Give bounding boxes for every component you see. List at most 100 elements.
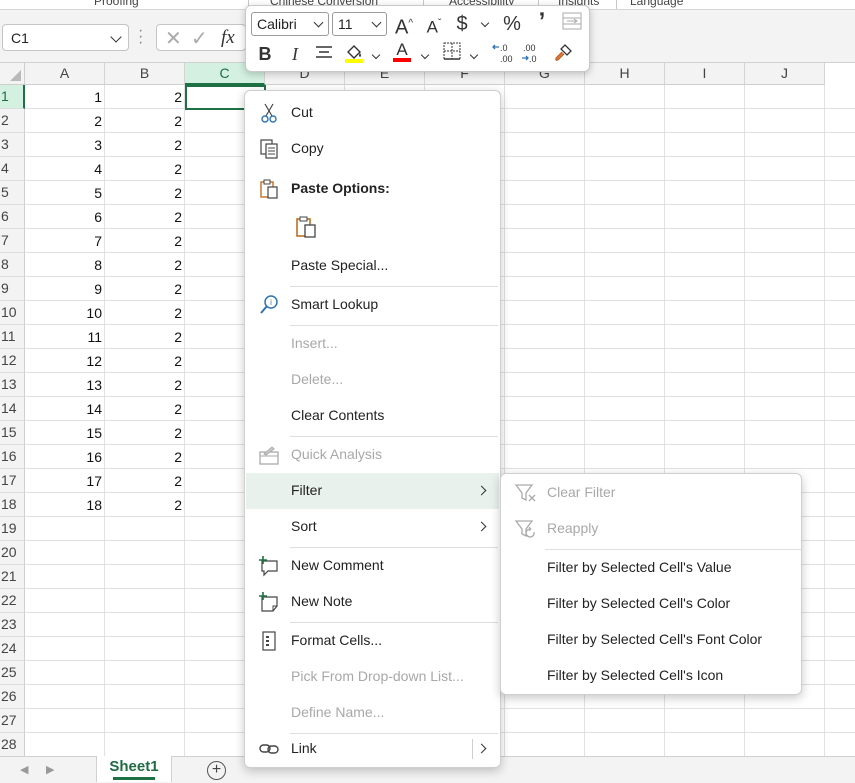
column-header-h[interactable]: H — [585, 63, 665, 85]
align-center-icon[interactable] — [312, 42, 336, 66]
submenu-item-filter-by-value[interactable]: Filter by Selected Cell's Value — [502, 550, 800, 586]
row-header-22[interactable]: 22 — [0, 589, 25, 613]
select-all-button[interactable] — [0, 63, 25, 85]
cell-b10[interactable]: 2 — [105, 301, 185, 325]
borders-icon[interactable] — [440, 42, 464, 66]
decrease-font-size-icon[interactable]: Aˇ — [422, 12, 446, 37]
cell-a18[interactable]: 18 — [25, 493, 105, 517]
cell-a3[interactable]: 3 — [25, 133, 105, 157]
bold-button[interactable]: B — [254, 42, 276, 66]
cell-a10[interactable]: 10 — [25, 301, 105, 325]
menu-item-sort[interactable]: Sort — [246, 509, 499, 545]
row-header-13[interactable]: 13 — [0, 373, 25, 397]
menu-item-new-note[interactable]: New Note — [246, 584, 499, 620]
row-header-18[interactable]: 18 — [0, 493, 25, 517]
row-header-20[interactable]: 20 — [0, 541, 25, 565]
italic-button[interactable]: I — [284, 42, 306, 66]
chevron-down-icon[interactable] — [480, 18, 490, 28]
row-header-10[interactable]: 10 — [0, 301, 25, 325]
fill-color-icon[interactable] — [342, 42, 366, 66]
accounting-format-icon[interactable]: $ — [452, 12, 472, 36]
column-header-j[interactable]: J — [745, 63, 825, 85]
menu-item-clear-contents[interactable]: Clear Contents — [246, 398, 499, 434]
cell-b2[interactable]: 2 — [105, 109, 185, 133]
row-header-28[interactable]: 28 — [0, 733, 25, 756]
cell-a12[interactable]: 12 — [25, 349, 105, 373]
cell-a1[interactable]: 1 — [25, 85, 105, 109]
column-header-i[interactable]: I — [665, 63, 745, 85]
percent-style-icon[interactable]: % — [500, 12, 524, 36]
row-header-14[interactable]: 14 — [0, 397, 25, 421]
cancel-x-icon[interactable]: ✕ — [165, 26, 182, 51]
cell-b14[interactable]: 2 — [105, 397, 185, 421]
column-header-a[interactable]: A — [25, 63, 105, 85]
submenu-item-filter-by-icon[interactable]: Filter by Selected Cell's Icon — [502, 658, 800, 694]
insert-function-button[interactable]: fx — [221, 27, 235, 49]
row-header-16[interactable]: 16 — [0, 445, 25, 469]
row-header-3[interactable]: 3 — [0, 133, 25, 157]
row-header-11[interactable]: 11 — [0, 325, 25, 349]
row-header-27[interactable]: 27 — [0, 709, 25, 733]
cell-b16[interactable]: 2 — [105, 445, 185, 469]
cell-a11[interactable]: 11 — [25, 325, 105, 349]
font-name-dropdown[interactable]: Calibri — [251, 12, 329, 36]
cell-b8[interactable]: 2 — [105, 253, 185, 277]
scroll-tabs-left-icon[interactable]: ◀ — [20, 763, 28, 776]
row-header-23[interactable]: 23 — [0, 613, 25, 637]
chevron-down-icon[interactable] — [110, 31, 122, 43]
name-box[interactable]: C1 — [2, 24, 129, 51]
add-sheet-plus-circle-icon[interactable]: + — [207, 761, 226, 780]
comma-style-icon[interactable]: ʼ — [532, 10, 552, 34]
menu-item-new-comment[interactable]: New Comment — [246, 548, 499, 584]
menu-item-filter[interactable]: Filter — [246, 473, 499, 509]
cell-a13[interactable]: 13 — [25, 373, 105, 397]
cell-b13[interactable]: 2 — [105, 373, 185, 397]
row-header-9[interactable]: 9 — [0, 277, 25, 301]
submenu-item-filter-by-font-color[interactable]: Filter by Selected Cell's Font Color — [502, 622, 800, 658]
row-header-12[interactable]: 12 — [0, 349, 25, 373]
row-header-26[interactable]: 26 — [0, 685, 25, 709]
cell-b11[interactable]: 2 — [105, 325, 185, 349]
menu-item-format-cells[interactable]: Format Cells... — [246, 623, 499, 659]
cell-a5[interactable]: 5 — [25, 181, 105, 205]
font-size-dropdown[interactable]: 11 — [332, 12, 387, 36]
cell-b9[interactable]: 2 — [105, 277, 185, 301]
row-header-4[interactable]: 4 — [0, 157, 25, 181]
enter-check-icon[interactable]: ✓ — [191, 26, 208, 51]
cell-b4[interactable]: 2 — [105, 157, 185, 181]
cell-b6[interactable]: 2 — [105, 205, 185, 229]
increase-decimal-icon[interactable]: .0.00 — [490, 42, 516, 66]
cell-a16[interactable]: 16 — [25, 445, 105, 469]
row-header-7[interactable]: 7 — [0, 229, 25, 253]
chevron-down-icon[interactable] — [371, 50, 381, 60]
menu-item-quick-analysis[interactable]: Quick Analysis — [246, 437, 499, 473]
paste-option-keep-source-button[interactable] — [289, 208, 325, 244]
menu-item-delete[interactable]: Delete... — [246, 362, 499, 398]
row-header-15[interactable]: 15 — [0, 421, 25, 445]
submenu-item-reapply[interactable]: Reapply — [502, 511, 800, 547]
column-header-b[interactable]: B — [105, 63, 185, 85]
cell-b12[interactable]: 2 — [105, 349, 185, 373]
menu-item-copy[interactable]: Copy — [246, 131, 499, 167]
row-header-25[interactable]: 25 — [0, 661, 25, 685]
row-header-24[interactable]: 24 — [0, 637, 25, 661]
cell-a14[interactable]: 14 — [25, 397, 105, 421]
row-header-21[interactable]: 21 — [0, 565, 25, 589]
scroll-tabs-right-icon[interactable]: ▶ — [46, 763, 54, 776]
increase-font-size-icon[interactable]: A^ — [392, 12, 416, 39]
menu-item-paste-special[interactable]: Paste Special... — [246, 248, 499, 284]
row-header-17[interactable]: 17 — [0, 469, 25, 493]
menu-item-define-name[interactable]: Define Name... — [246, 695, 499, 731]
format-painter-icon[interactable] — [550, 42, 576, 66]
menu-item-link[interactable]: Link — [246, 731, 499, 767]
menu-item-smart-lookup[interactable]: i Smart Lookup — [246, 287, 499, 323]
row-header-19[interactable]: 19 — [0, 517, 25, 541]
cell-a6[interactable]: 6 — [25, 205, 105, 229]
font-color-icon[interactable]: A — [390, 40, 414, 64]
cell-a8[interactable]: 8 — [25, 253, 105, 277]
row-header-1[interactable]: 1 — [0, 85, 25, 109]
submenu-item-clear-filter[interactable]: Clear Filter — [502, 475, 800, 511]
chevron-down-icon[interactable] — [469, 50, 479, 60]
row-header-2[interactable]: 2 — [0, 109, 25, 133]
cell-b18[interactable]: 2 — [105, 493, 185, 517]
